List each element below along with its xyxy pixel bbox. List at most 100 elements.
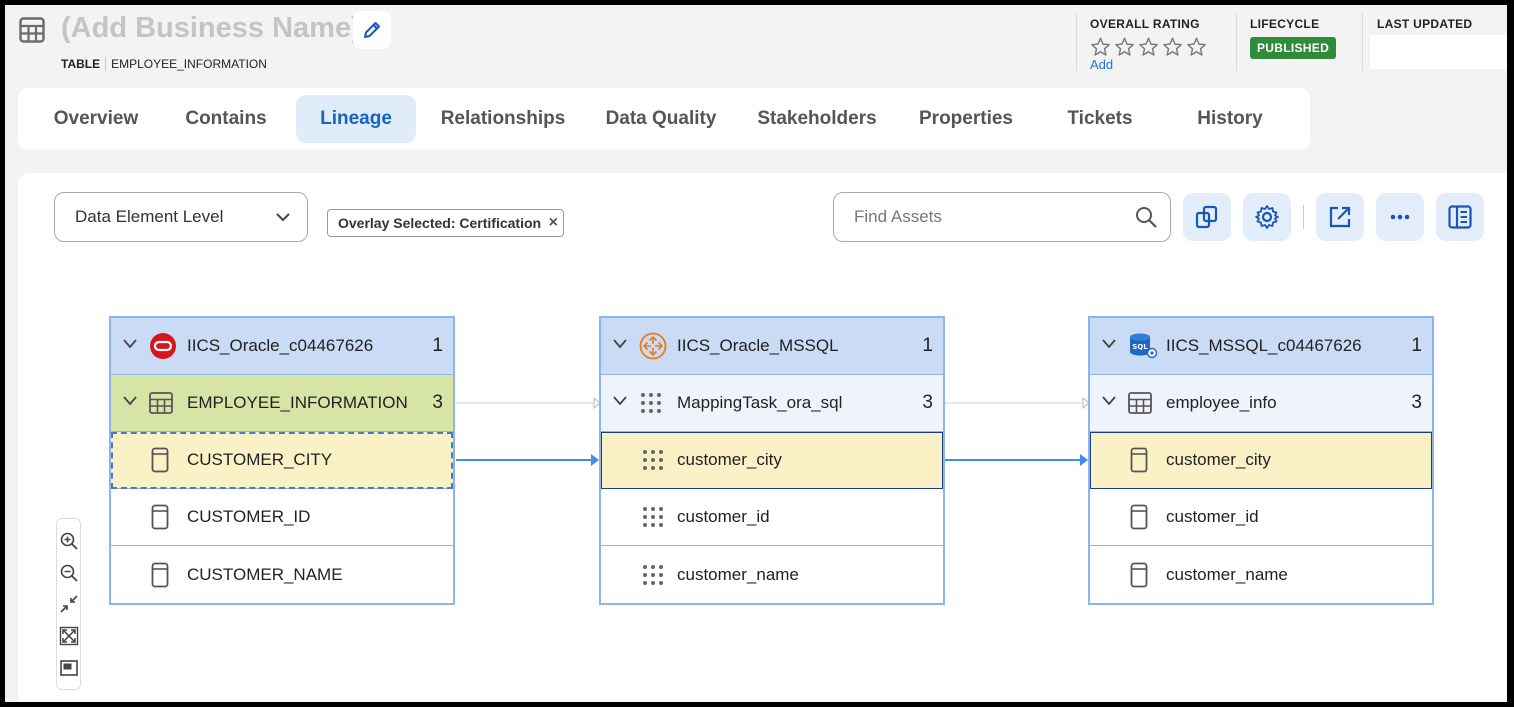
object-count: 3 <box>1411 392 1422 413</box>
dots-grid-icon <box>643 450 663 470</box>
system-row[interactable]: IICS_Oracle_c04467626 1 <box>111 318 453 375</box>
overall-rating-label: OVERALL RATING <box>1090 17 1200 31</box>
system-count: 1 <box>432 335 443 356</box>
chevron-down-icon[interactable] <box>123 395 137 407</box>
mapping-task-icon <box>641 393 661 413</box>
star-icon[interactable] <box>1162 37 1183 57</box>
field-name: customer_name <box>1166 564 1288 584</box>
close-icon[interactable]: × <box>549 214 558 232</box>
object-row[interactable]: MappingTask_ora_sql 3 <box>601 375 943 432</box>
field-row[interactable]: customer_city <box>1090 432 1432 489</box>
asset-type: TABLE <box>61 57 107 71</box>
copy-button[interactable] <box>1183 193 1231 241</box>
object-count: 3 <box>432 392 443 413</box>
column-icon <box>151 504 169 530</box>
star-icon[interactable] <box>1138 37 1159 57</box>
field-row[interactable]: CUSTOMER_NAME <box>111 546 453 603</box>
business-name[interactable]: (Add Business Name) <box>61 12 361 45</box>
tab-overview[interactable]: Overview <box>43 95 149 143</box>
chevron-down-icon[interactable] <box>1102 395 1116 407</box>
divider <box>1303 205 1304 229</box>
object-row[interactable]: EMPLOYEE_INFORMATION 3 <box>111 375 453 432</box>
app-frame: (Add Business Name) TABLE EMPLOYEE_INFOR… <box>5 5 1507 702</box>
tab-lineage[interactable]: Lineage <box>296 95 416 143</box>
tab-contains[interactable]: Contains <box>176 95 276 143</box>
oracle-icon <box>150 333 176 359</box>
field-name: customer_city <box>1166 450 1271 469</box>
field-name: customer_city <box>677 450 782 469</box>
field-row[interactable]: customer_id <box>1090 489 1432 546</box>
rating-stars[interactable] <box>1090 37 1207 57</box>
search-icon[interactable] <box>1134 205 1158 229</box>
add-rating-link[interactable]: Add <box>1090 57 1207 72</box>
column-icon <box>1130 504 1148 530</box>
field-name: customer_id <box>677 507 770 526</box>
star-icon[interactable] <box>1186 37 1207 57</box>
tab-stakeholders[interactable]: Stakeholders <box>752 95 882 143</box>
object-row[interactable]: employee_info 3 <box>1090 375 1432 432</box>
system-count: 1 <box>1411 335 1422 356</box>
field-row[interactable]: customer_id <box>601 489 943 546</box>
settings-button[interactable] <box>1243 193 1291 241</box>
zoom-in-button[interactable] <box>59 531 79 551</box>
chevron-down-icon[interactable] <box>123 338 137 350</box>
object-count: 3 <box>922 392 933 413</box>
sql-server-icon: SQL <box>1130 333 1158 359</box>
field-name: customer_id <box>1166 507 1259 526</box>
overlay-chip-label: Overlay Selected: Certification <box>338 215 542 231</box>
minimap-button[interactable] <box>59 658 79 678</box>
level-select[interactable]: Data Element Level <box>54 192 308 242</box>
tab-tickets[interactable]: Tickets <box>1053 95 1147 143</box>
collapse-button[interactable] <box>59 594 79 614</box>
field-row[interactable]: customer_name <box>1090 546 1432 603</box>
system-row[interactable]: SQL IICS_MSSQL_c04467626 1 <box>1090 318 1432 375</box>
zoom-out-button[interactable] <box>59 563 79 583</box>
find-assets <box>833 192 1171 242</box>
lineage-node-mapping: IICS_Oracle_MSSQL 1 MappingTask_ora_sql … <box>599 316 945 605</box>
tab-data-quality[interactable]: Data Quality <box>598 95 724 143</box>
field-row[interactable]: customer_city <box>601 432 943 489</box>
field-name: customer_name <box>677 564 799 584</box>
external-link-icon <box>1329 206 1351 228</box>
chevron-down-icon[interactable] <box>1102 338 1116 350</box>
more-horizontal-icon <box>1390 214 1410 220</box>
pencil-icon <box>364 22 380 38</box>
collapse-arrows-icon <box>60 595 78 613</box>
system-name: IICS_Oracle_c04467626 <box>187 336 374 355</box>
column-icon <box>151 447 169 473</box>
last-updated-label: LAST UPDATED <box>1377 17 1473 31</box>
star-icon[interactable] <box>1114 37 1135 57</box>
system-row[interactable]: IICS_Oracle_MSSQL 1 <box>601 318 943 375</box>
zoom-in-icon <box>60 532 78 550</box>
open-external-button[interactable] <box>1316 193 1364 241</box>
find-assets-input[interactable] <box>854 207 1114 227</box>
minimap-icon <box>60 660 78 676</box>
field-row[interactable]: customer_name <box>601 546 943 603</box>
fit-screen-button[interactable] <box>59 626 79 646</box>
system-count: 1 <box>922 335 933 356</box>
zoom-controls <box>56 518 81 690</box>
divider <box>1236 13 1237 71</box>
table-icon <box>1128 392 1152 414</box>
field-row[interactable]: CUSTOMER_ID <box>111 489 453 546</box>
toggle-panel-button[interactable] <box>1436 193 1484 241</box>
star-icon[interactable] <box>1090 37 1111 57</box>
lineage-node-source: IICS_Oracle_c04467626 1 EMPLOYEE_INFORMA… <box>109 316 455 605</box>
chevron-down-icon[interactable] <box>613 338 627 350</box>
copy-icon <box>1195 205 1218 229</box>
field-row[interactable]: CUSTOMER_CITY <box>111 432 453 489</box>
tab-history[interactable]: History <box>1178 95 1282 143</box>
tab-properties[interactable]: Properties <box>911 95 1021 143</box>
asset-subtitle: TABLE EMPLOYEE_INFORMATION <box>61 57 267 71</box>
dots-grid-icon <box>643 564 663 585</box>
edit-name-button[interactable] <box>353 11 391 49</box>
side-panel-icon <box>1448 205 1472 229</box>
svg-text:SQL: SQL <box>1132 343 1148 351</box>
level-select-value: Data Element Level <box>75 207 224 226</box>
chevron-down-icon[interactable] <box>613 395 627 407</box>
table-icon <box>19 17 45 43</box>
more-options-button[interactable] <box>1376 193 1424 241</box>
system-name: IICS_MSSQL_c04467626 <box>1166 336 1362 355</box>
object-name: employee_info <box>1166 393 1277 412</box>
tab-relationships[interactable]: Relationships <box>436 95 570 143</box>
